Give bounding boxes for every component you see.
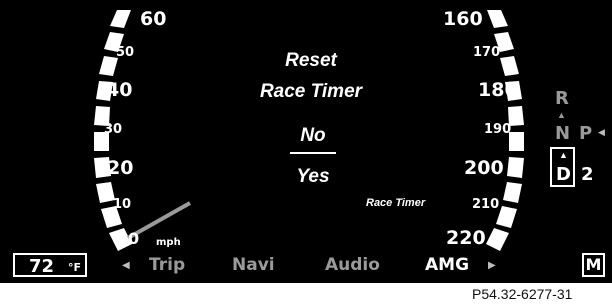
- tick-label-10: 10: [113, 197, 131, 212]
- gear-d-up-arrow-icon: ▲: [559, 150, 568, 160]
- tick-label-190: 190: [484, 122, 511, 137]
- tick-label-30: 30: [104, 122, 122, 137]
- temperature-value: 72: [29, 256, 55, 277]
- menu-option-yes[interactable]: Yes: [263, 166, 363, 188]
- tab-trip[interactable]: Trip: [149, 255, 185, 275]
- gear-up-arrow-icon: ▲: [557, 110, 566, 120]
- tick-label-180: 180: [478, 79, 518, 101]
- manual-mode-indicator: M: [582, 253, 605, 277]
- gear-p-arrow-icon: ◀: [598, 127, 605, 137]
- menu-right-arrow-icon[interactable]: ▶: [488, 260, 496, 271]
- tick-label-170: 170: [473, 45, 500, 60]
- gear-r: R: [555, 88, 569, 109]
- menu-option-no[interactable]: No: [263, 125, 363, 147]
- menu-title-line2: Race Timer: [259, 81, 363, 102]
- menu-left-arrow-icon[interactable]: ◀: [122, 260, 130, 271]
- race-timer-label: Race Timer: [366, 197, 426, 209]
- tab-amg[interactable]: AMG: [425, 255, 469, 275]
- tick-label-20: 20: [107, 157, 133, 179]
- temperature-unit: °F: [68, 261, 82, 274]
- selection-underline: [290, 152, 336, 154]
- gear-d-box: ▲ D: [550, 147, 575, 187]
- outside-temperature: 72 °F: [13, 253, 87, 277]
- gear-d: D: [556, 164, 571, 185]
- tick-label-160: 160: [443, 8, 483, 30]
- image-caption: P54.32-6277-31: [472, 286, 573, 302]
- tick-label-210: 210: [472, 197, 499, 212]
- tick-label-50: 50: [116, 45, 134, 60]
- menu-title-line1: Reset: [285, 50, 337, 71]
- gear-n: N: [555, 123, 571, 144]
- current-gear: 2: [581, 164, 594, 185]
- instrument-cluster-display: 60 50 40 30 20 10 0 160 170 180 190 200 …: [0, 0, 612, 283]
- tick-label-60: 60: [140, 8, 166, 30]
- tick-label-220: 220: [446, 227, 486, 249]
- tab-navi[interactable]: Navi: [232, 255, 275, 275]
- gear-p: P: [579, 123, 593, 144]
- tab-audio[interactable]: Audio: [325, 255, 380, 275]
- tick-label-200: 200: [464, 157, 504, 179]
- speed-unit: mph: [156, 237, 181, 248]
- tick-label-40: 40: [106, 79, 132, 101]
- tick-label-0: 0: [128, 229, 139, 248]
